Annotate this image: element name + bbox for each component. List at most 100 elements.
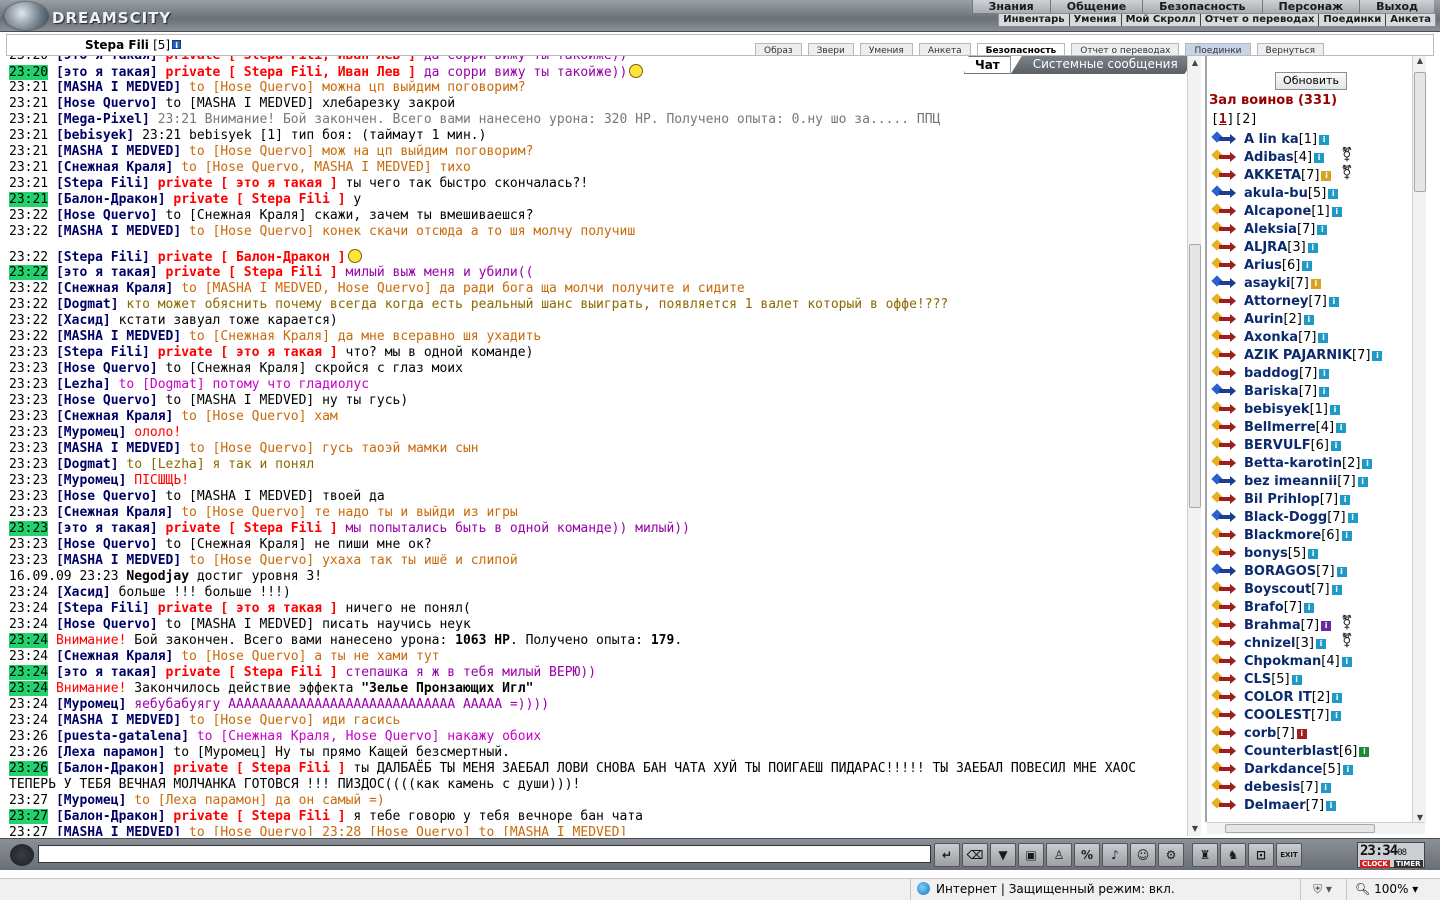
info-icon[interactable]: i [1304, 603, 1315, 613]
chat-scroll-thumb[interactable] [1189, 244, 1201, 508]
attack-icon[interactable] [1211, 473, 1236, 489]
player-row[interactable]: BORAGOS[7] i [1211, 563, 1411, 582]
chat-message-input[interactable] [38, 845, 931, 863]
player-name[interactable]: asayki[7] i [1244, 276, 1321, 291]
info-icon[interactable]: i [1341, 531, 1352, 541]
attack-icon[interactable] [1211, 347, 1236, 363]
player-nick[interactable]: Chpokman [1244, 654, 1321, 669]
chat-text[interactable]: [Hose Quervo] [56, 208, 158, 223]
chat-text[interactable]: [это я такая] [56, 521, 158, 536]
info-icon[interactable]: i [1362, 459, 1373, 469]
chat-text[interactable]: [это я такая] [56, 65, 158, 80]
player-nick[interactable]: Axonka [1244, 330, 1298, 345]
player-name[interactable]: Arius[6] i [1244, 258, 1313, 273]
attack-icon[interactable] [1211, 707, 1236, 723]
players-scroll-thumb[interactable] [1414, 72, 1426, 192]
info-icon[interactable]: i [1314, 153, 1325, 163]
info-icon[interactable]: i [1331, 441, 1342, 451]
player-name[interactable]: bebisyek[1] i [1244, 402, 1340, 417]
player-nick[interactable]: Black-Dogg [1244, 510, 1327, 525]
chat-text[interactable]: [Hose Quervo] [56, 393, 158, 408]
player-row[interactable]: AZIK PAJARNIK[7] i [1211, 347, 1411, 366]
player-nick[interactable]: Betta-karotin [1244, 456, 1342, 471]
submenu-item-4[interactable]: Поединки [1319, 14, 1387, 26]
player-row[interactable]: bonys[5] i [1211, 545, 1411, 564]
player-nick[interactable]: bebisyek [1244, 402, 1310, 417]
player-row[interactable]: bebisyek[1] i [1211, 401, 1411, 420]
profile-tab-7[interactable]: Вернуться [1256, 43, 1325, 55]
info-icon[interactable]: i [1319, 135, 1330, 145]
attack-icon[interactable] [1211, 689, 1236, 705]
page-current[interactable]: 1 [1219, 112, 1227, 127]
attack-icon[interactable] [1211, 527, 1236, 543]
chat-text[interactable]: [Снежная Краля] [56, 160, 173, 175]
attack-icon[interactable] [1211, 509, 1236, 525]
player-row[interactable]: baddog[7] i [1211, 365, 1411, 384]
info-icon[interactable]: i [1347, 513, 1358, 523]
player-nick[interactable]: Counterblast [1244, 744, 1339, 759]
player-name[interactable]: COOLEST[7] i [1244, 708, 1342, 723]
info-icon[interactable]: i [1332, 693, 1343, 703]
info-icon[interactable]: i [1328, 297, 1339, 307]
info-icon[interactable]: i [1342, 765, 1353, 775]
player-name[interactable]: Aurin[2] i [1244, 312, 1314, 327]
scroll-down-icon[interactable]: ▼ [1188, 822, 1202, 836]
chat-text[interactable]: [Балон-Дракон] [56, 761, 166, 776]
player-row[interactable]: Adibas[4] i ⚧ [1211, 147, 1411, 168]
scroll-up-icon[interactable]: ▲ [1188, 56, 1202, 70]
player-nick[interactable]: Alcapone [1244, 204, 1311, 219]
attack-icon[interactable] [1211, 401, 1236, 417]
player-name[interactable]: Darkdance[5] i [1244, 762, 1353, 777]
player-nick[interactable]: Attorney [1244, 294, 1308, 309]
attack-icon[interactable] [1211, 599, 1236, 615]
player-nick[interactable]: Arius [1244, 258, 1282, 273]
info-icon[interactable]: i [1318, 333, 1329, 343]
info-icon[interactable]: i [1308, 549, 1319, 559]
profile-tab-0[interactable]: Образ [755, 43, 802, 55]
menu-item-4[interactable]: Выход [1359, 0, 1434, 13]
info-icon[interactable]: i [1319, 369, 1330, 379]
player-name[interactable]: Betta-karotin[2] i [1244, 456, 1373, 471]
chat-text[interactable]: [Hose Quervo] [56, 537, 158, 552]
player-nick[interactable]: chnizel [1244, 636, 1296, 651]
attack-icon[interactable] [1211, 563, 1236, 579]
player-row[interactable]: Delmaer[7] i [1211, 797, 1411, 816]
chat-text[interactable]: [Hose Quervo] [56, 361, 158, 376]
chat-text[interactable]: [Муромец] [56, 697, 126, 712]
player-nick[interactable]: ALJRA [1244, 240, 1287, 255]
player-name[interactable]: Attorney[7] i [1244, 294, 1339, 309]
zoom-level[interactable]: 🔍︎ 100% ▾ [1346, 879, 1418, 900]
info-icon[interactable]: i [1315, 639, 1326, 649]
attack-icon[interactable] [1211, 239, 1236, 255]
attack-icon[interactable] [1211, 797, 1236, 813]
player-row[interactable]: Blackmore[6] i [1211, 527, 1411, 546]
player-nick[interactable]: Brafo [1244, 600, 1284, 615]
player-name[interactable]: bonys[5] i [1244, 546, 1319, 561]
player-name[interactable]: chnizel[3] i [1244, 636, 1326, 651]
chat-text[interactable]: [MASHA I MEDVED] [56, 80, 181, 95]
info-icon[interactable]: i [1336, 567, 1347, 577]
player-nick[interactable]: Blackmore [1244, 528, 1321, 543]
profile-tab-3[interactable]: Анкета [918, 43, 971, 55]
player-row[interactable]: Counterblast[6] i [1211, 743, 1411, 762]
player-nick[interactable]: Bariska [1244, 384, 1299, 399]
attack-icon[interactable] [1211, 185, 1236, 201]
refresh-button[interactable]: Обновить [1275, 72, 1347, 90]
chat-text[interactable]: [это я такая] [56, 56, 158, 63]
player-nick[interactable]: bez imeannii [1244, 474, 1337, 489]
attack-icon[interactable] [1211, 419, 1236, 435]
player-name[interactable]: debesis[7] i [1244, 780, 1331, 795]
tab-system-messages[interactable]: Системные сообщения [1010, 56, 1196, 74]
attack-icon[interactable] [1211, 653, 1236, 669]
chat-scrollbar[interactable]: ▲ ▼ [1187, 56, 1201, 836]
chat-text[interactable]: [Снежная Краля] [56, 409, 173, 424]
player-name[interactable]: Boyscout[7] i [1244, 582, 1342, 597]
info-icon[interactable]: i [1329, 405, 1340, 415]
chat-text[interactable]: [MASHA I MEDVED] [56, 224, 181, 239]
player-row[interactable]: Arius[6] i [1211, 257, 1411, 276]
profile-tab-1[interactable]: Звери [807, 43, 854, 55]
players-hscrollbar[interactable] [1207, 822, 1425, 834]
player-name[interactable]: Bellmerre[4] i [1244, 420, 1347, 435]
player-row[interactable]: akula-bu[5] i [1211, 185, 1411, 204]
attack-icon[interactable] [1211, 437, 1236, 453]
